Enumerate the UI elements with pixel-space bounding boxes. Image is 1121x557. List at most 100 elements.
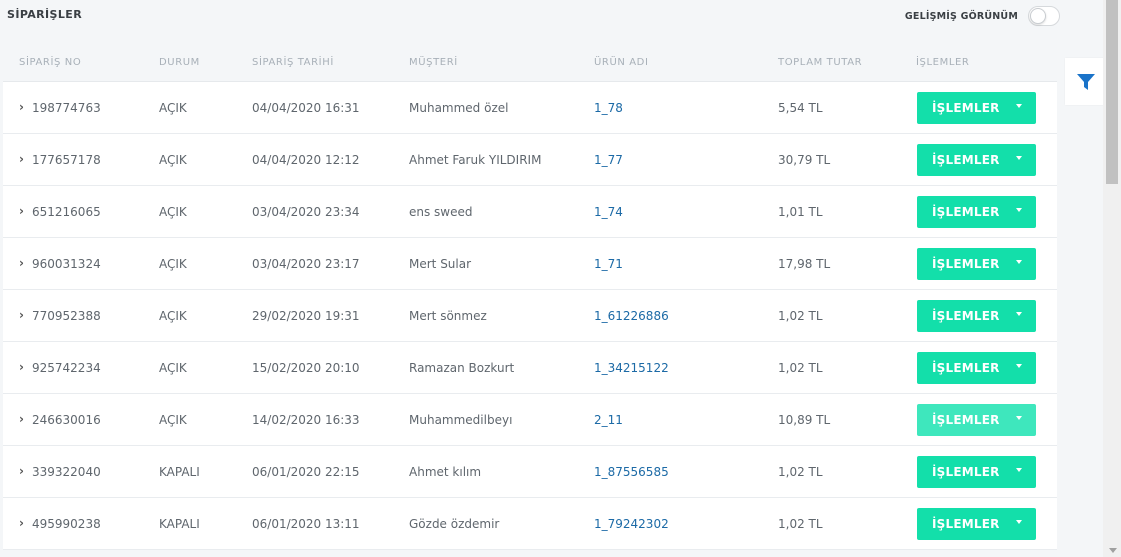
column-header-status[interactable]: DURUM	[159, 57, 200, 68]
product-link[interactable]: 1_61226886	[594, 309, 669, 323]
table-row[interactable]: › 960031324 AÇIK 03/04/2020 23:17 Mert Sular…	[3, 238, 1057, 290]
orders-table: SİPARİŞ NO DURUM SİPARİŞ TARİHİ MÜŞTERİ …	[3, 43, 1057, 550]
page-header: SİPARİŞLER GELİŞMİŞ GÖRÜNÜM	[0, 0, 1060, 38]
table-header: SİPARİŞ NO DURUM SİPARİŞ TARİHİ MÜŞTERİ …	[3, 43, 1057, 82]
chevron-right-icon[interactable]: ›	[19, 100, 24, 114]
actions-button-label: İŞLEMLER	[932, 205, 1000, 219]
advanced-view-label: GELİŞMİŞ GÖRÜNÜM	[904, 10, 1018, 22]
order-total: 5,54 TL	[778, 101, 823, 115]
caret-down-icon	[1016, 468, 1022, 472]
filter-icon	[1077, 73, 1095, 90]
actions-button-label: İŞLEMLER	[932, 413, 1000, 427]
order-total: 30,79 TL	[778, 153, 831, 167]
toggle-knob	[1030, 8, 1046, 24]
chevron-right-icon[interactable]: ›	[19, 516, 24, 530]
order-date: 04/04/2020 12:12	[252, 153, 360, 167]
table-row[interactable]: › 198774763 AÇIK 04/04/2020 16:31 Muhammed ö…	[3, 82, 1057, 134]
caret-down-icon	[1016, 312, 1022, 316]
table-row[interactable]: › 651216065 AÇIK 03/04/2020 23:34 ens sweed 1…	[3, 186, 1057, 238]
chevron-right-icon[interactable]: ›	[19, 360, 24, 374]
actions-dropdown-button[interactable]: İŞLEMLER	[917, 248, 1036, 280]
customer-name: Ahmet Faruk YILDIRIM	[409, 153, 542, 167]
actions-button-label: İŞLEMLER	[932, 309, 1000, 323]
column-header-product[interactable]: ÜRÜN ADI	[594, 57, 649, 68]
caret-down-icon	[1016, 416, 1022, 420]
advanced-view-toggle[interactable]	[1028, 6, 1060, 26]
chevron-right-icon[interactable]: ›	[19, 308, 24, 322]
table-row[interactable]: › 925742234 AÇIK 15/02/2020 20:10 Ramazan Bo…	[3, 342, 1057, 394]
advanced-view-control: GELİŞMİŞ GÖRÜNÜM	[905, 6, 1060, 26]
product-link[interactable]: 1_78	[594, 101, 623, 115]
order-number: 339322040	[32, 465, 101, 479]
product-link[interactable]: 1_79242302	[594, 517, 669, 531]
actions-dropdown-button[interactable]: İŞLEMLER	[917, 404, 1036, 436]
chevron-right-icon[interactable]: ›	[19, 256, 24, 270]
table-body: › 198774763 AÇIK 04/04/2020 16:31 Muhammed ö…	[3, 82, 1057, 550]
order-date: 04/04/2020 16:31	[252, 101, 360, 115]
actions-dropdown-button[interactable]: İŞLEMLER	[917, 300, 1036, 332]
orders-page: SİPARİŞLER GELİŞMİŞ GÖRÜNÜM SİPARİŞ NO D…	[0, 0, 1121, 557]
column-header-total[interactable]: TOPLAM TUTAR	[778, 57, 862, 68]
order-number: 651216065	[32, 205, 101, 219]
chevron-right-icon[interactable]: ›	[19, 152, 24, 166]
order-total: 1,02 TL	[778, 361, 823, 375]
actions-dropdown-button[interactable]: İŞLEMLER	[917, 144, 1036, 176]
customer-name: Muhammedilbeyı	[409, 413, 513, 427]
caret-down-icon	[1016, 364, 1022, 368]
scroll-down-arrow-icon[interactable]	[1109, 548, 1117, 553]
chevron-right-icon[interactable]: ›	[19, 412, 24, 426]
actions-dropdown-button[interactable]: İŞLEMLER	[917, 508, 1036, 540]
chevron-right-icon[interactable]: ›	[19, 464, 24, 478]
order-status: AÇIK	[159, 205, 187, 219]
page-title: SİPARİŞLER	[7, 8, 83, 21]
caret-down-icon	[1016, 260, 1022, 264]
order-total: 1,02 TL	[778, 517, 823, 531]
order-number: 246630016	[32, 413, 101, 427]
scrollbar-thumb[interactable]	[1106, 0, 1118, 184]
product-link[interactable]: 1_74	[594, 205, 623, 219]
chevron-right-icon[interactable]: ›	[19, 204, 24, 218]
customer-name: Mert sönmez	[409, 309, 487, 323]
order-status: AÇIK	[159, 153, 187, 167]
actions-button-label: İŞLEMLER	[932, 517, 1000, 531]
column-header-order-no[interactable]: SİPARİŞ NO	[19, 57, 81, 68]
customer-name: Gözde özdemir	[409, 517, 500, 531]
actions-dropdown-button[interactable]: İŞLEMLER	[917, 92, 1036, 124]
product-link[interactable]: 1_87556585	[594, 465, 669, 479]
filter-button[interactable]	[1065, 58, 1107, 105]
actions-button-label: İŞLEMLER	[932, 361, 1000, 375]
order-total: 1,01 TL	[778, 205, 823, 219]
order-date: 14/02/2020 16:33	[252, 413, 360, 427]
table-row[interactable]: › 495990238 KAPALI 06/01/2020 13:11 Gözde öz…	[3, 498, 1057, 550]
order-date: 03/04/2020 23:17	[252, 257, 360, 271]
product-link[interactable]: 2_11	[594, 413, 623, 427]
customer-name: Ahmet kılım	[409, 465, 482, 479]
table-row[interactable]: › 339322040 KAPALI 06/01/2020 22:15 Ahmet kı…	[3, 446, 1057, 498]
order-status: AÇIK	[159, 361, 187, 375]
order-status: AÇIK	[159, 101, 187, 115]
order-number: 960031324	[32, 257, 101, 271]
order-date: 06/01/2020 22:15	[252, 465, 360, 479]
actions-button-label: İŞLEMLER	[932, 153, 1000, 167]
product-link[interactable]: 1_77	[594, 153, 623, 167]
order-total: 17,98 TL	[778, 257, 831, 271]
table-row[interactable]: › 770952388 AÇIK 29/02/2020 19:31 Mert sönme…	[3, 290, 1057, 342]
order-number: 770952388	[32, 309, 101, 323]
table-row[interactable]: › 177657178 AÇIK 04/04/2020 12:12 Ahmet Faru…	[3, 134, 1057, 186]
product-link[interactable]: 1_34215122	[594, 361, 669, 375]
actions-dropdown-button[interactable]: İŞLEMLER	[917, 196, 1036, 228]
customer-name: Muhammed özel	[409, 101, 509, 115]
column-header-order-date[interactable]: SİPARİŞ TARİHİ	[252, 57, 334, 68]
order-status: KAPALI	[159, 517, 200, 531]
table-row[interactable]: › 246630016 AÇIK 14/02/2020 16:33 Muhammedil…	[3, 394, 1057, 446]
actions-dropdown-button[interactable]: İŞLEMLER	[917, 352, 1036, 384]
column-header-actions: İŞLEMLER	[916, 57, 970, 68]
order-status: AÇIK	[159, 413, 187, 427]
vertical-scrollbar[interactable]	[1103, 0, 1121, 557]
order-total: 10,89 TL	[778, 413, 831, 427]
actions-dropdown-button[interactable]: İŞLEMLER	[917, 456, 1036, 488]
caret-down-icon	[1016, 104, 1022, 108]
caret-down-icon	[1016, 156, 1022, 160]
product-link[interactable]: 1_71	[594, 257, 623, 271]
column-header-customer[interactable]: MÜŞTERİ	[409, 57, 458, 68]
